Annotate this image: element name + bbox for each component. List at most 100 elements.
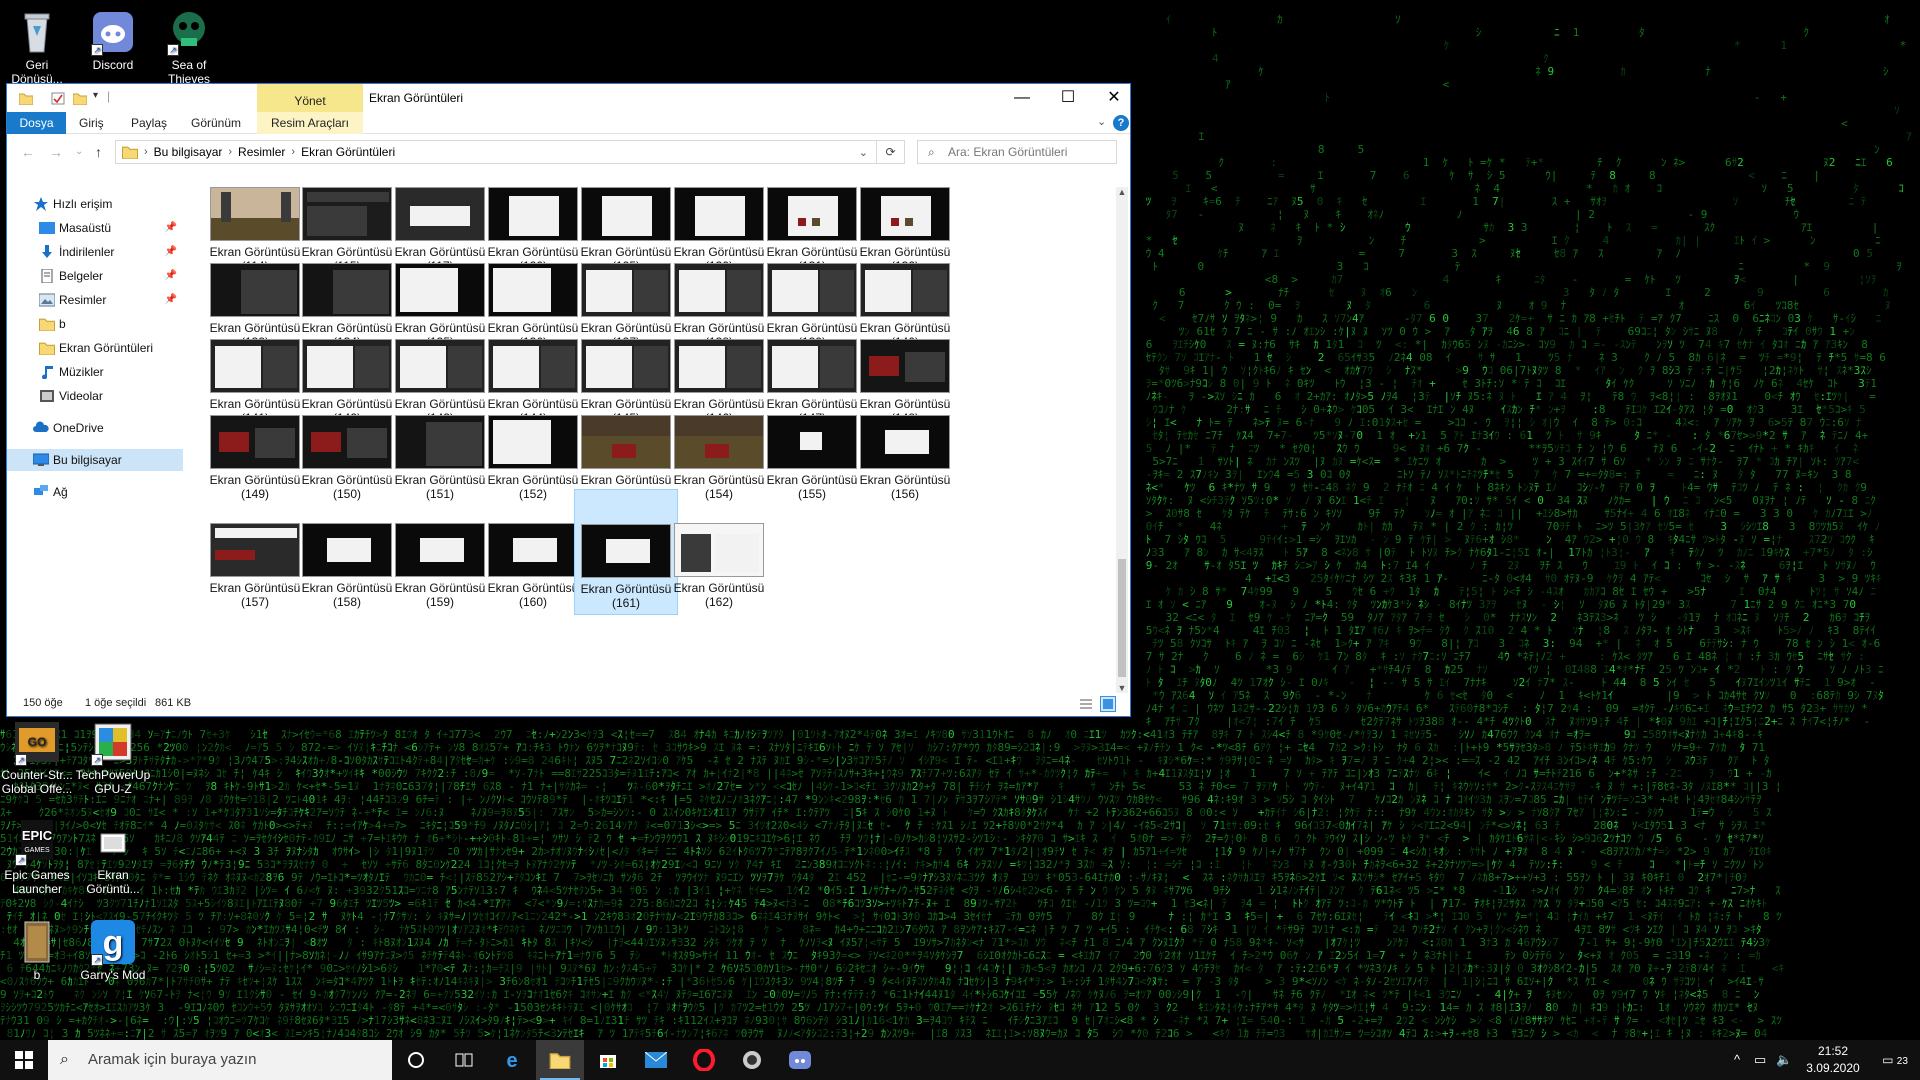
network-tray-icon[interactable]: ▭ xyxy=(1754,1040,1766,1080)
desktop-icon-csgo[interactable]: GO ↗ Counter-Str... Global Offe... xyxy=(0,718,75,796)
file-tile[interactable]: Ekran Görüntüsü (161) xyxy=(574,489,678,615)
close-button[interactable]: ✕ xyxy=(1091,84,1137,112)
file-tile[interactable]: Ekran Görüntüsü (160) xyxy=(481,523,585,615)
file-tile[interactable]: Ekran Görüntüsü (158) xyxy=(295,523,399,615)
file-tile[interactable]: Ekran Görüntüsü (156) xyxy=(853,415,957,507)
shortcut-arrow-icon: ↗ xyxy=(167,44,179,56)
taskbar-clock[interactable]: 21:52 3.09.2020 xyxy=(1798,1043,1868,1077)
address-bar[interactable]: › Bu bilgisayar › Resimler › Ekran Görün… xyxy=(115,140,877,164)
show-hidden-icons[interactable]: ^ xyxy=(1734,1040,1740,1080)
nav-label: Belgeler xyxy=(59,269,104,283)
image-thumbnail xyxy=(302,263,392,317)
desktop-icon-screenshot[interactable]: Ekran Görüntü... xyxy=(75,818,151,896)
desktop-icon-epic-games[interactable]: EPIC GAMES ↗ Epic Games Launcher xyxy=(0,818,75,896)
nav-documents[interactable]: Belgeler 📌 xyxy=(7,265,183,287)
up-arrow-icon[interactable]: ↑ xyxy=(95,144,102,160)
taskbar-edge[interactable]: e xyxy=(488,1040,536,1080)
scrollbar-thumb[interactable] xyxy=(1118,559,1126,677)
chevron-right-icon[interactable]: › xyxy=(228,146,232,158)
image-thumbnail xyxy=(210,187,300,241)
taskbar-mail[interactable] xyxy=(632,1040,680,1080)
file-name: Ekran Görüntüsü xyxy=(859,473,951,487)
desktop-icon-discord[interactable]: ↗ Discord xyxy=(75,8,151,72)
file-number: (156) xyxy=(890,487,919,501)
taskbar-game[interactable] xyxy=(728,1040,776,1080)
chevron-right-icon[interactable]: › xyxy=(144,146,148,158)
taskbar-store[interactable] xyxy=(584,1040,632,1080)
refresh-button[interactable]: ⟳ xyxy=(877,140,905,164)
tab-share[interactable]: Paylaş xyxy=(131,116,167,130)
tab-home[interactable]: Giriş xyxy=(79,116,104,130)
nav-onedrive[interactable]: OneDrive xyxy=(7,417,183,439)
file-name: Ekran Görüntüsü xyxy=(394,473,486,487)
file-tile[interactable]: Ekran Görüntüsü (152) xyxy=(481,415,585,507)
back-arrow-icon[interactable]: ← xyxy=(21,144,35,160)
file-tile[interactable]: Ekran Görüntüsü (154) xyxy=(667,415,771,507)
search-input[interactable]: ⌕ Ara: Ekran Görüntüleri xyxy=(917,140,1117,164)
properties-icon[interactable] xyxy=(51,92,65,105)
nav-folder-screenshots[interactable]: Ekran Görüntüleri xyxy=(7,337,183,359)
file-tile[interactable]: Ekran Görüntüsü (157) xyxy=(203,523,307,615)
tab-file[interactable]: Dosya xyxy=(7,112,66,134)
scroll-up-icon[interactable]: ▲ xyxy=(1116,187,1128,197)
details-view-button[interactable] xyxy=(1078,696,1094,712)
chevron-down-icon[interactable]: ⌄ xyxy=(859,146,868,159)
taskbar-opera[interactable] xyxy=(680,1040,728,1080)
breadcrumb-screenshots[interactable]: Ekran Görüntüleri xyxy=(301,145,395,159)
breadcrumb-this-pc[interactable]: Bu bilgisayar xyxy=(154,145,223,159)
file-tile[interactable]: Ekran Görüntüsü (150) xyxy=(295,415,399,507)
desktop-icon-sea-of-thieves[interactable]: ↗ Sea of Thieves xyxy=(151,8,227,86)
search-icon: ⌕ xyxy=(60,1051,69,1068)
image-thumbnail xyxy=(674,415,764,469)
tab-view[interactable]: Görünüm xyxy=(191,116,241,130)
image-thumbnail xyxy=(488,415,578,469)
recent-locations-icon[interactable]: ⌄ xyxy=(75,146,83,157)
chevron-right-icon[interactable]: › xyxy=(291,146,295,158)
taskbar-file-explorer[interactable] xyxy=(536,1040,584,1080)
title-bar[interactable]: ▾ | Yönet Ekran Görüntüleri — ☐ ✕ xyxy=(7,84,1130,116)
forward-arrow-icon[interactable]: → xyxy=(49,144,63,160)
maximize-button[interactable]: ☐ xyxy=(1045,84,1091,112)
notification-center-button[interactable]: ▭ 23 xyxy=(1870,1040,1920,1080)
file-tile[interactable]: Ekran Görüntüsü (162) xyxy=(667,523,771,615)
start-button[interactable] xyxy=(0,1040,48,1080)
file-name: Ekran Görüntüsü xyxy=(673,581,765,595)
minimize-button[interactable]: — xyxy=(999,84,1045,112)
nav-videos[interactable]: Videolar xyxy=(7,385,183,407)
file-tile[interactable]: Ekran Görüntüsü (151) xyxy=(388,415,492,507)
task-view-button[interactable] xyxy=(440,1040,488,1080)
vertical-scrollbar[interactable]: ▲ ▼ xyxy=(1116,187,1128,693)
desktop-icon-b[interactable]: b xyxy=(0,918,75,982)
nav-network[interactable]: Ağ xyxy=(7,481,183,503)
nav-downloads[interactable]: İndirilenler 📌 xyxy=(7,241,183,263)
cortana-button[interactable] xyxy=(392,1040,440,1080)
breadcrumb-pictures[interactable]: Resimler xyxy=(238,145,285,159)
file-explorer-window[interactable]: ▾ | Yönet Ekran Görüntüleri — ☐ ✕ Dosya … xyxy=(6,83,1131,717)
help-icon[interactable]: ? xyxy=(1113,115,1129,131)
file-tile[interactable]: Ekran Görüntüsü (155) xyxy=(760,415,864,507)
nav-quick-access[interactable]: Hızlı erişim xyxy=(7,193,183,215)
nav-music[interactable]: Müzikler xyxy=(7,361,183,383)
file-tile[interactable]: Ekran Görüntüsü (159) xyxy=(388,523,492,615)
large-icons-view-button[interactable] xyxy=(1100,696,1116,712)
volume-icon[interactable]: 🔈 xyxy=(1776,1040,1792,1080)
file-number: (162) xyxy=(704,595,733,609)
nav-folder-b[interactable]: b xyxy=(7,313,183,335)
file-grid[interactable]: Ekran Görüntüsü(114)Ekran Görüntüsü(115)… xyxy=(203,187,1117,690)
file-name: Ekran Görüntüsü xyxy=(394,581,486,595)
nav-this-pc[interactable]: Bu bilgisayar xyxy=(7,449,183,471)
file-tile[interactable]: Ekran Görüntüsü (149) xyxy=(203,415,307,507)
nav-desktop[interactable]: Masaüstü 📌 xyxy=(7,217,183,239)
new-folder-icon[interactable] xyxy=(73,92,87,105)
desktop-icon-recycle-bin[interactable]: Geri Dönüşü... xyxy=(0,8,75,86)
customize-qat-icon[interactable]: ▾ xyxy=(93,90,98,101)
file-name: Ekran Görüntüsü xyxy=(673,321,765,335)
nav-pictures[interactable]: Resimler 📌 xyxy=(7,289,183,311)
taskbar-discord[interactable] xyxy=(776,1040,824,1080)
tab-picture-tools[interactable]: Resim Araçları xyxy=(257,112,363,134)
file-number: (149) xyxy=(240,487,269,501)
expand-ribbon-icon[interactable]: ⌄ xyxy=(1097,115,1106,128)
desktop-icon-gpu-z[interactable]: ↗ TechPowerUp GPU-Z xyxy=(75,718,151,796)
desktop-icon-garrys-mod[interactable]: g ↗ Garry's Mod xyxy=(75,918,151,982)
taskbar-search-input[interactable]: ⌕ Aramak için buraya yazın xyxy=(48,1040,392,1080)
